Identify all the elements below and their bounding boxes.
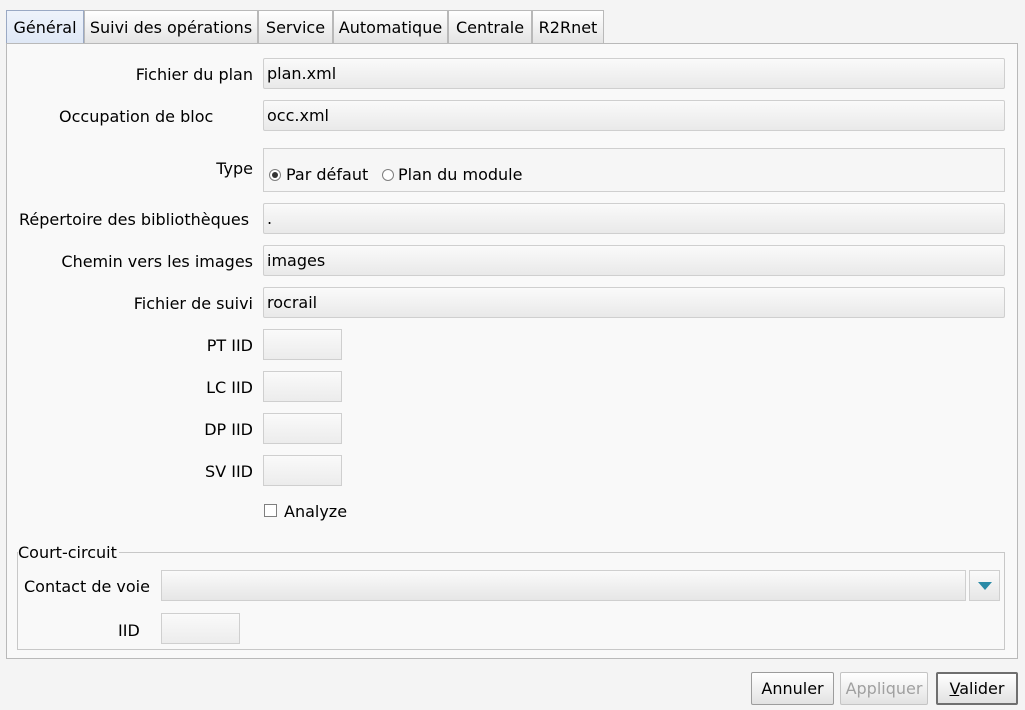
radio-plan-du-module-label[interactable]: Plan du module bbox=[398, 165, 522, 184]
radio-par-defaut-label[interactable]: Par défaut bbox=[286, 165, 368, 184]
lc-iid-label: LC IID bbox=[206, 378, 253, 397]
image-path-input[interactable]: images bbox=[263, 245, 1005, 276]
general-tab-panel: Fichier du plan plan.xml Occupation de b… bbox=[6, 43, 1018, 659]
tab-automatique[interactable]: Automatique bbox=[333, 10, 448, 43]
short-circuit-group-title: Court-circuit bbox=[18, 543, 119, 562]
type-radio-group: Par défaut Plan du module bbox=[263, 148, 1005, 192]
tab-general[interactable]: Général bbox=[6, 10, 84, 43]
short-circuit-iid-input[interactable] bbox=[161, 613, 240, 644]
track-contact-select[interactable] bbox=[161, 570, 966, 601]
analyze-checkbox[interactable] bbox=[264, 504, 277, 517]
track-contact-label: Contact de voie bbox=[24, 577, 150, 596]
short-circuit-iid-label: IID bbox=[118, 621, 140, 640]
tab-suivi-des-operations[interactable]: Suivi des opérations bbox=[84, 10, 258, 43]
tab-service[interactable]: Service bbox=[258, 10, 333, 43]
tab-r2rnet[interactable]: R2Rnet bbox=[532, 10, 604, 43]
image-path-label: Chemin vers les images bbox=[61, 252, 253, 271]
chevron-down-icon bbox=[978, 582, 992, 590]
radio-plan-du-module[interactable] bbox=[382, 169, 394, 181]
sv-iid-input[interactable] bbox=[263, 455, 342, 486]
lc-iid-input[interactable] bbox=[263, 371, 342, 402]
ok-button-mnemonic: V bbox=[949, 679, 960, 698]
pt-iid-label: PT IID bbox=[206, 336, 253, 355]
sv-iid-label: SV IID bbox=[205, 462, 253, 481]
ok-button[interactable]: Valider bbox=[936, 672, 1018, 705]
library-dir-input[interactable]: . bbox=[263, 203, 1005, 234]
track-contact-dropdown-button[interactable] bbox=[969, 570, 1000, 601]
block-occupation-input[interactable]: occ.xml bbox=[263, 100, 1005, 131]
ok-button-label: alider bbox=[959, 679, 1005, 698]
dp-iid-label: DP IID bbox=[204, 420, 253, 439]
dp-iid-input[interactable] bbox=[263, 413, 342, 444]
tab-centrale[interactable]: Centrale bbox=[448, 10, 532, 43]
radio-par-defaut[interactable] bbox=[269, 169, 281, 181]
library-dir-label: Répertoire des bibliothèques bbox=[19, 210, 250, 229]
trace-file-input[interactable]: rocrail bbox=[263, 287, 1005, 318]
type-label: Type bbox=[216, 159, 253, 178]
block-occupation-label: Occupation de bloc bbox=[59, 107, 214, 126]
cancel-button[interactable]: Annuler bbox=[751, 672, 834, 705]
analyze-checkbox-label[interactable]: Analyze bbox=[284, 502, 347, 521]
trace-file-label: Fichier de suivi bbox=[133, 294, 253, 313]
plan-file-label: Fichier du plan bbox=[135, 65, 253, 84]
pt-iid-input[interactable] bbox=[263, 329, 342, 360]
apply-button[interactable]: Appliquer bbox=[840, 672, 928, 705]
plan-file-input[interactable]: plan.xml bbox=[263, 58, 1005, 89]
